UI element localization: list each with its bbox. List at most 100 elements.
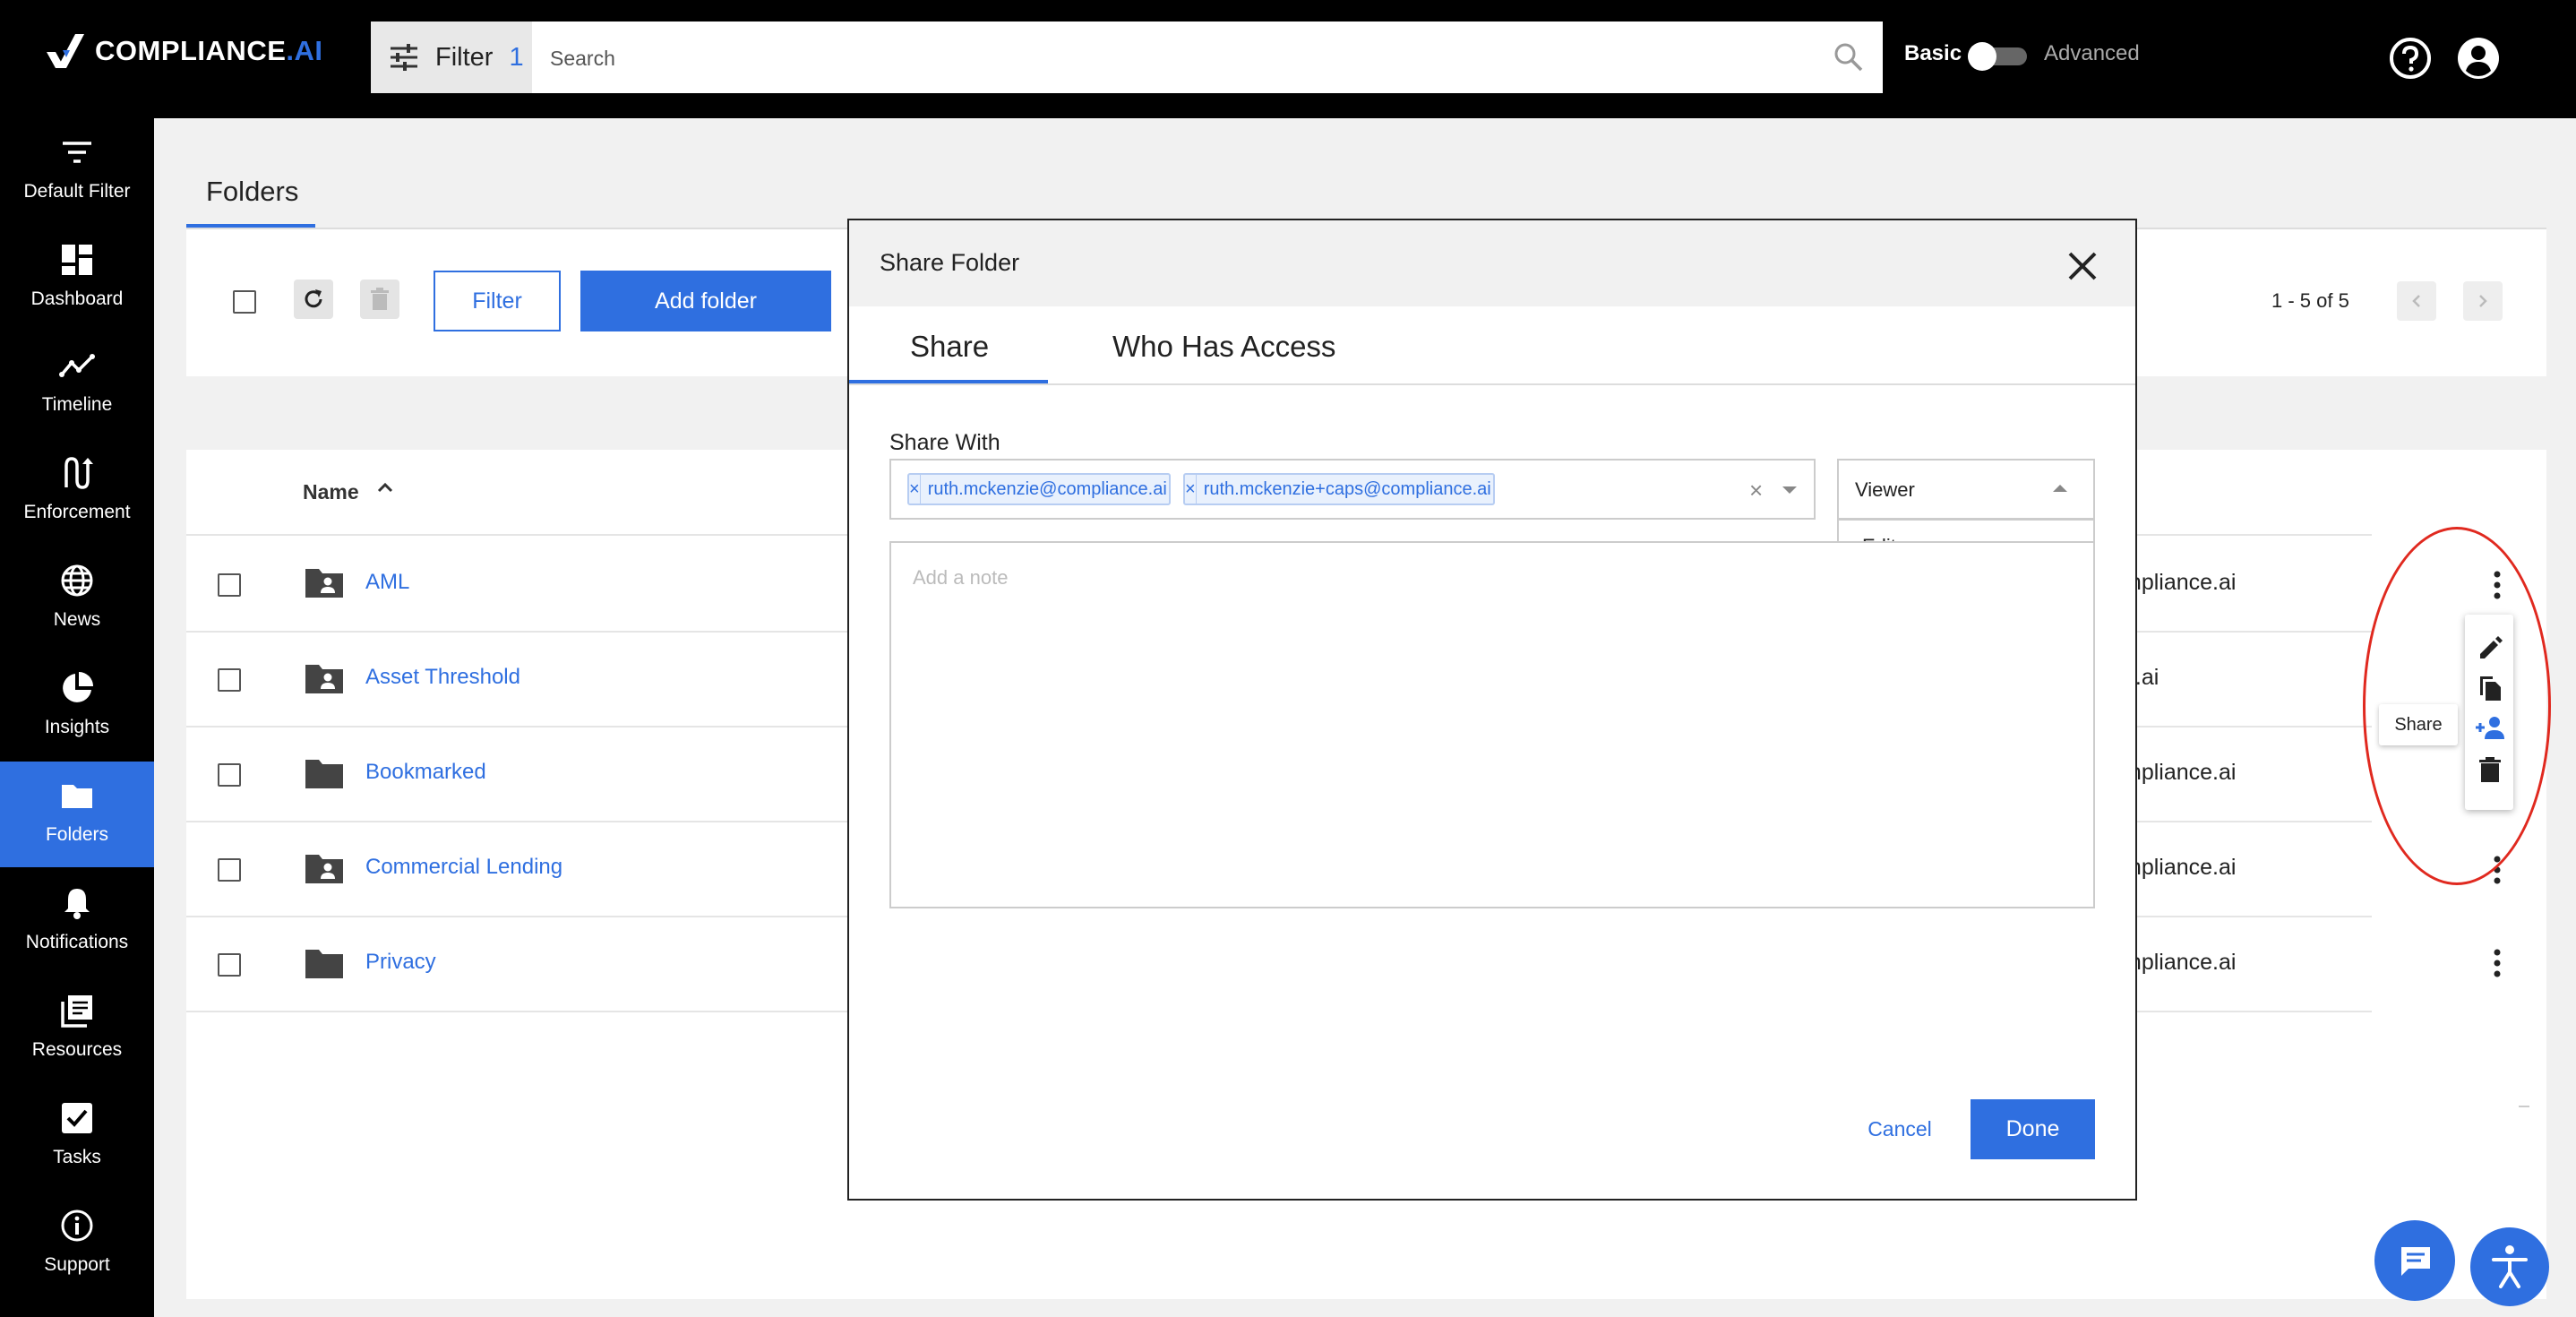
sidebar-item-news[interactable]: News [0, 547, 154, 652]
refresh-icon [305, 289, 322, 308]
row-checkbox[interactable] [218, 573, 241, 597]
clear-all-icon[interactable]: × [1749, 477, 1763, 504]
bell-icon [64, 889, 90, 919]
compliance-ai-logo[interactable]: COMPLIANCE.AI [45, 32, 323, 70]
scroll-marker [2519, 1106, 2529, 1107]
folders-card-header [186, 149, 2546, 229]
logo-suffix: .AI [286, 35, 323, 66]
search-bar [532, 22, 1883, 93]
close-icon[interactable] [2067, 251, 2098, 281]
chat-button[interactable] [2374, 1220, 2455, 1301]
sidebar-item-support[interactable]: Support [0, 1192, 154, 1297]
tab-folders[interactable]: Folders [206, 176, 298, 208]
tabs-divider [849, 383, 2135, 385]
row-checkbox[interactable] [218, 953, 241, 977]
top-filter-button[interactable]: Filter 1 [371, 22, 532, 93]
globe-icon [61, 564, 93, 597]
filter-lines-icon [63, 142, 91, 163]
logo-mark-icon [47, 34, 84, 68]
row-checkbox[interactable] [218, 763, 241, 787]
sidebar-label: Folders [45, 824, 109, 845]
share-with-input[interactable]: × ruth.mckenzie@compliance.ai × ruth.mck… [889, 459, 1816, 520]
sidebar-item-timeline[interactable]: Timeline [0, 331, 154, 437]
chat-icon [2401, 1247, 2430, 1276]
folder-link-asset-threshold[interactable]: Asset Threshold [365, 665, 520, 690]
shared-folder-icon [305, 855, 343, 883]
sidebar-label: Tasks [53, 1147, 101, 1167]
mode-basic-label: Basic [1904, 41, 1962, 65]
prev-page-button[interactable] [2397, 281, 2436, 321]
checkbox-icon [62, 1103, 92, 1133]
refresh-button[interactable] [294, 280, 333, 319]
folder-link-aml[interactable]: AML [365, 570, 409, 595]
sidebar-item-dashboard[interactable]: Dashboard [0, 226, 154, 331]
role-select[interactable]: Viewer [1837, 459, 2095, 520]
row-checkbox[interactable] [218, 858, 241, 882]
remove-chip-icon[interactable]: × [909, 475, 921, 504]
filter-label: Filter [435, 42, 494, 72]
pagination-status: 1 - 5 of 5 [2271, 289, 2349, 312]
active-tab-indicator [186, 224, 315, 228]
toggle-knob [1968, 42, 1996, 71]
chevron-right-icon [2479, 295, 2487, 307]
active-tab-indicator [849, 380, 1048, 383]
sidebar-item-insights[interactable]: Insights [0, 654, 154, 760]
folder-owner: mpliance.ai [2123, 570, 2237, 595]
email-chip: × ruth.mckenzie@compliance.ai [907, 473, 1171, 505]
sidebar-label: Timeline [41, 394, 113, 415]
shared-folder-icon [305, 665, 343, 693]
remove-chip-icon[interactable]: × [1185, 475, 1197, 504]
folder-icon [305, 950, 343, 978]
sort-ascending-icon[interactable] [376, 480, 394, 495]
folder-link-commercial-lending[interactable]: Commercial Lending [365, 855, 562, 880]
note-box [889, 541, 2095, 908]
logo-name: COMPLIANCE [95, 35, 287, 66]
chevron-down-icon[interactable] [1782, 486, 1798, 495]
sidebar-label: Default Filter [23, 181, 131, 202]
search-input[interactable] [548, 41, 1788, 75]
accessibility-button[interactable] [2470, 1227, 2549, 1306]
column-header-name[interactable]: Name [303, 480, 359, 504]
sliders-icon [391, 44, 417, 71]
folder-link-bookmarked[interactable]: Bookmarked [365, 760, 486, 785]
sidebar-item-enforcement[interactable]: Enforcement [0, 439, 154, 545]
next-page-button[interactable] [2463, 281, 2503, 321]
row-checkbox[interactable] [218, 668, 241, 692]
sidebar-label: Support [44, 1254, 110, 1275]
trash-icon [371, 288, 389, 310]
sidebar-item-tasks[interactable]: Tasks [0, 1084, 154, 1190]
note-textarea[interactable] [911, 564, 1810, 604]
accessibility-icon [2492, 1245, 2528, 1288]
sidebar-label: Resources [31, 1039, 123, 1060]
chevron-left-icon [2412, 295, 2420, 307]
folder-link-privacy[interactable]: Privacy [365, 950, 436, 975]
shared-folder-icon [305, 569, 343, 598]
sidebar-item-folders[interactable]: Folders [0, 762, 154, 867]
search-icon[interactable] [1833, 41, 1865, 73]
add-folder-button[interactable]: Add folder [580, 271, 831, 331]
dialog-header [849, 220, 2135, 306]
sidebar: Default Filter Dashboard Timeline Enforc… [0, 118, 154, 1317]
sidebar-item-resources[interactable]: Resources [0, 977, 154, 1082]
sidebar-item-default-filter[interactable]: Default Filter [0, 118, 154, 224]
search-mode-toggle[interactable] [1968, 42, 2027, 71]
tab-who-has-access[interactable]: Who Has Access [1112, 330, 1335, 364]
sidebar-label: Insights [44, 717, 110, 737]
more-actions-icon[interactable] [2492, 948, 2503, 978]
cancel-button[interactable]: Cancel [1850, 1104, 1949, 1154]
delete-button[interactable] [360, 280, 399, 319]
folder-icon [62, 785, 92, 808]
help-icon[interactable] [2388, 36, 2433, 81]
chevron-up-icon [2053, 485, 2067, 492]
user-account-icon[interactable] [2456, 36, 2501, 81]
sidebar-label: Notifications [25, 932, 129, 952]
done-button[interactable]: Done [1971, 1099, 2095, 1159]
pie-chart-icon [63, 672, 93, 702]
tab-share[interactable]: Share [910, 330, 989, 364]
filter-button[interactable]: Filter [434, 271, 561, 331]
role-selected-value: Viewer [1855, 478, 1915, 501]
chip-email: ruth.mckenzie@compliance.ai [927, 478, 1167, 499]
folder-icon [305, 760, 343, 788]
sidebar-item-notifications[interactable]: Notifications [0, 869, 154, 975]
select-all-checkbox[interactable] [233, 290, 256, 314]
